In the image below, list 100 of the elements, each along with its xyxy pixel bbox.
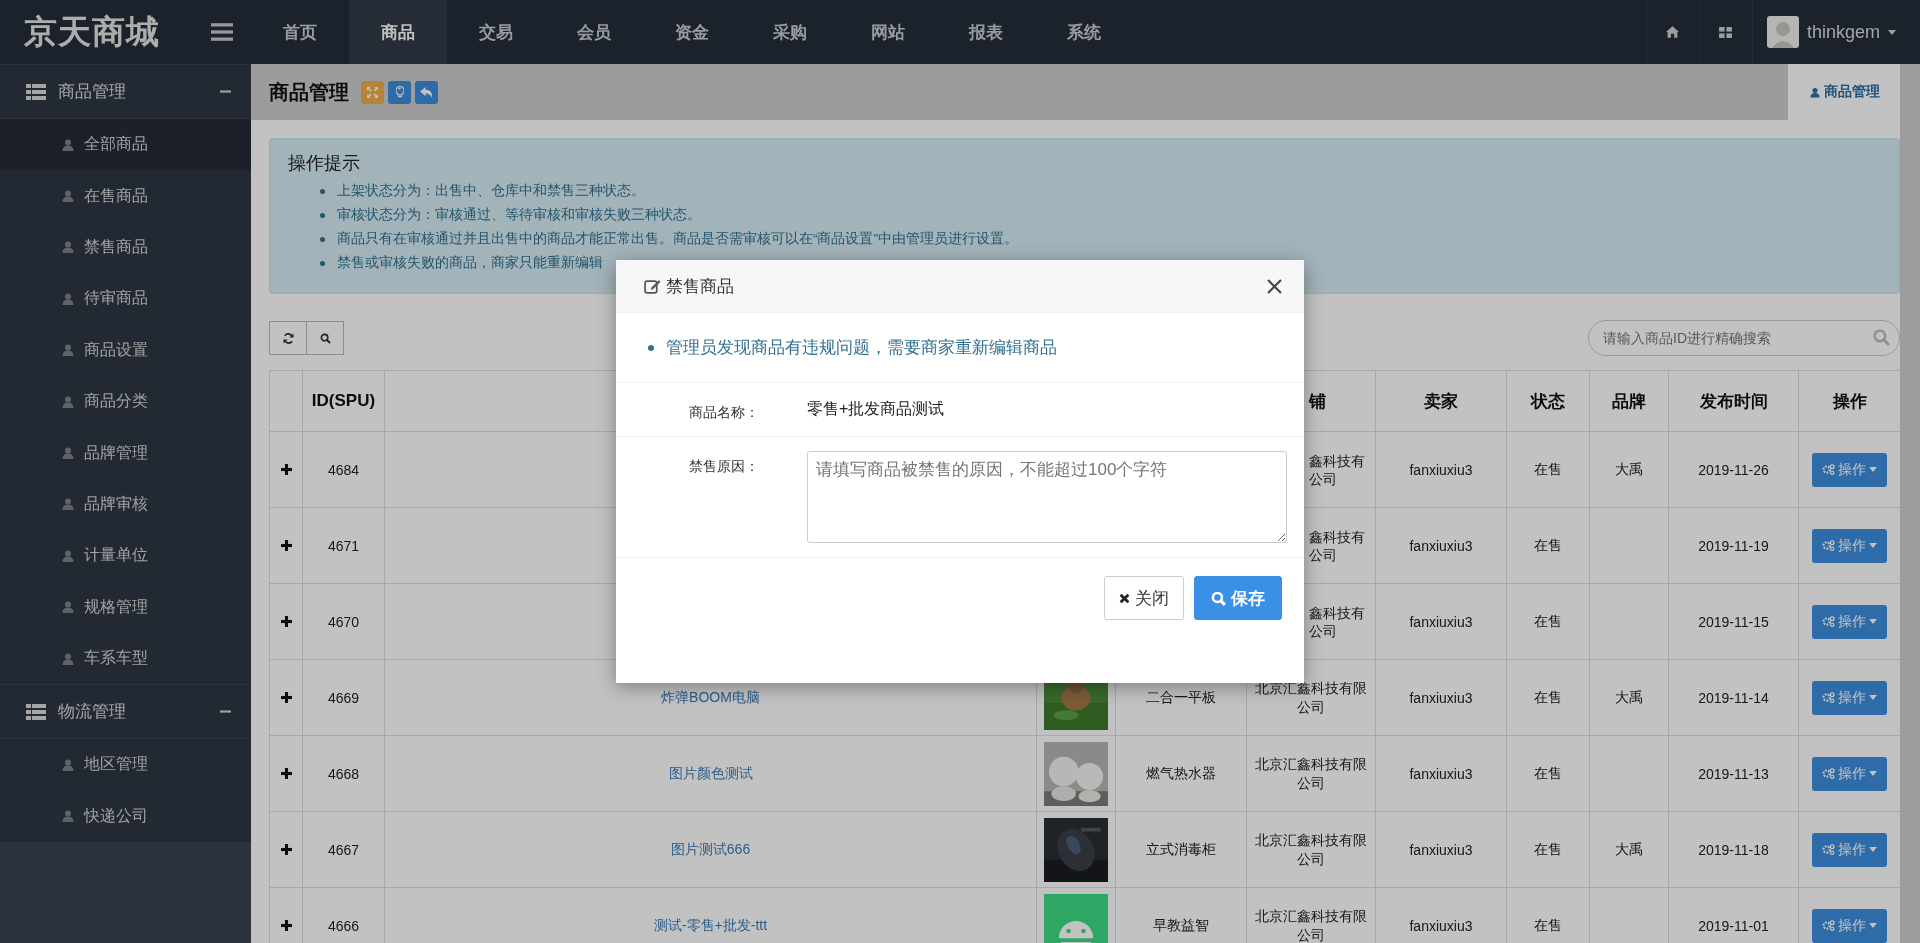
table-cell: 2019-11-26 <box>1668 431 1799 508</box>
bullet-icon <box>320 236 325 242</box>
plus-icon[interactable] <box>280 843 292 855</box>
action-button[interactable]: 操作 <box>1812 528 1887 563</box>
nav-tab[interactable]: 报表 <box>937 0 1035 64</box>
sidebar-item[interactable]: 禁售商品 <box>0 221 251 274</box>
sidebar-item[interactable]: 品牌审核 <box>0 478 251 531</box>
caret-icon <box>1869 771 1877 776</box>
action-button[interactable]: 操作 <box>1812 832 1887 867</box>
nav-tab[interactable]: 网站 <box>839 0 937 64</box>
avatar-icon <box>1766 16 1799 48</box>
table-cell: 2019-11-13 <box>1668 735 1799 812</box>
sidebar-item[interactable]: 全部商品 <box>0 119 251 171</box>
user-icon <box>62 190 74 203</box>
close-icon <box>1119 592 1130 604</box>
menu-icon[interactable] <box>211 23 233 41</box>
sidebar-item[interactable]: 待审商品 <box>0 273 251 325</box>
plus-icon[interactable] <box>280 919 292 931</box>
sidebar-item[interactable]: 商品设置 <box>0 324 251 376</box>
sidebar-item[interactable]: 在售商品 <box>0 170 251 222</box>
field-label: 禁售原因： <box>688 457 759 476</box>
search-icon <box>319 332 331 344</box>
plus-icon[interactable] <box>280 767 292 779</box>
table-cell: 4684 <box>302 431 385 508</box>
user-icon <box>1810 86 1820 98</box>
gears-icon <box>1822 540 1835 551</box>
bullet-icon <box>320 212 325 218</box>
gears-icon <box>1822 464 1835 475</box>
reason-field[interactable]: 请填写商品被禁售的原因，不能超过100个字符 <box>807 451 1287 543</box>
column-header: 发布时间 <box>1668 370 1799 432</box>
table-cell: 4668 <box>302 735 385 812</box>
product-link[interactable]: 测试-零售+批发-ttt <box>653 916 768 933</box>
sidebar-group-title: 商品管理 <box>58 81 126 103</box>
sidebar-item[interactable]: 快递公司 <box>0 790 251 843</box>
action-button[interactable]: 操作 <box>1812 452 1887 487</box>
sidebar-item[interactable]: 计量单位 <box>0 530 251 582</box>
home-icon <box>1666 26 1680 38</box>
table-cell: fanxiuxiu3 <box>1375 583 1507 660</box>
nav-tab[interactable]: 会员 <box>545 0 643 64</box>
gears-icon <box>1822 616 1835 627</box>
table-cell: 大禹 <box>1589 811 1669 888</box>
table-cell: 2019-11-19 <box>1668 507 1799 584</box>
product-link[interactable]: 图片颜色测试 <box>668 764 753 781</box>
user-icon <box>62 344 74 357</box>
close-button[interactable]: 关闭 <box>1104 576 1184 620</box>
sidebar-item[interactable]: 品牌管理 <box>0 427 251 479</box>
table-cell: 4669 <box>302 659 385 736</box>
plus-icon[interactable] <box>280 615 292 627</box>
gears-icon <box>1822 920 1835 931</box>
bullet-icon <box>648 344 654 351</box>
save-button[interactable]: 保存 <box>1194 576 1282 620</box>
column-header: 状态 <box>1506 370 1590 432</box>
gears-icon <box>1822 768 1835 779</box>
action-button[interactable]: 操作 <box>1812 908 1887 943</box>
sidebar-item[interactable]: 地区管理 <box>0 739 251 791</box>
tip-item: 上架状态分为：出售中、仓库中和禁售三种状态。 <box>337 182 645 200</box>
scrollbar[interactable] <box>1900 64 1920 943</box>
table-cell: 在售 <box>1506 507 1590 584</box>
action-button[interactable]: 操作 <box>1812 756 1887 791</box>
search-field[interactable]: 请输入商品ID进行精确搜索 <box>1588 320 1900 356</box>
action-button[interactable]: 操作 <box>1812 604 1887 639</box>
product-link[interactable]: 图片测试666 <box>670 840 751 857</box>
product-link[interactable]: 炸弹BOOM电脑 <box>661 688 760 705</box>
lightbulb-button[interactable] <box>388 80 411 104</box>
search-button[interactable] <box>307 321 344 355</box>
grid-icon <box>1719 26 1733 38</box>
tip-item: 审核状态分为：审核通过、等待审核和审核失败三种状态。 <box>337 206 701 224</box>
table-cell: 在售 <box>1506 431 1590 508</box>
plus-icon[interactable] <box>280 539 292 551</box>
sidebar-group-header[interactable]: 物流管理 <box>0 684 251 740</box>
sidebar-item[interactable]: 商品分类 <box>0 375 251 428</box>
table-cell: 燃气热水器 <box>1115 735 1247 812</box>
nav-tab[interactable]: 系统 <box>1035 0 1133 64</box>
column-header: 品牌 <box>1589 370 1669 432</box>
back-arrow-icon <box>420 86 433 98</box>
plus-icon[interactable] <box>280 691 292 703</box>
refresh-button[interactable] <box>269 321 307 355</box>
expand-arrows-icon <box>367 86 378 98</box>
table-cell: 大禹 <box>1589 659 1669 736</box>
refresh-icon <box>282 332 294 344</box>
close-icon[interactable] <box>1267 278 1282 294</box>
user-icon <box>62 759 74 771</box>
nav-tab[interactable]: 交易 <box>447 0 545 64</box>
page-title: 商品管理 <box>269 79 349 105</box>
plus-icon[interactable] <box>280 463 292 475</box>
user-icon <box>62 498 74 511</box>
table-cell: 2019-11-14 <box>1668 659 1799 736</box>
field-label: 商品名称： <box>688 403 759 422</box>
nav-tab[interactable]: 资金 <box>643 0 741 64</box>
gears-icon <box>1822 844 1835 855</box>
page-tab[interactable]: 商品管理 <box>1788 64 1900 120</box>
table-cell: 北京汇鑫科技有限公司 <box>1246 735 1376 812</box>
nav-tab[interactable]: 首页 <box>251 0 349 64</box>
back-button[interactable] <box>415 80 438 104</box>
action-button[interactable]: 操作 <box>1812 680 1887 715</box>
sidebar-group-title: 物流管理 <box>58 701 126 724</box>
nav-tab[interactable]: 采购 <box>741 0 839 64</box>
user-icon <box>62 652 74 665</box>
nav-tab[interactable]: 商品 <box>349 0 447 64</box>
sidebar-item[interactable]: 规格管理 <box>0 581 251 633</box>
